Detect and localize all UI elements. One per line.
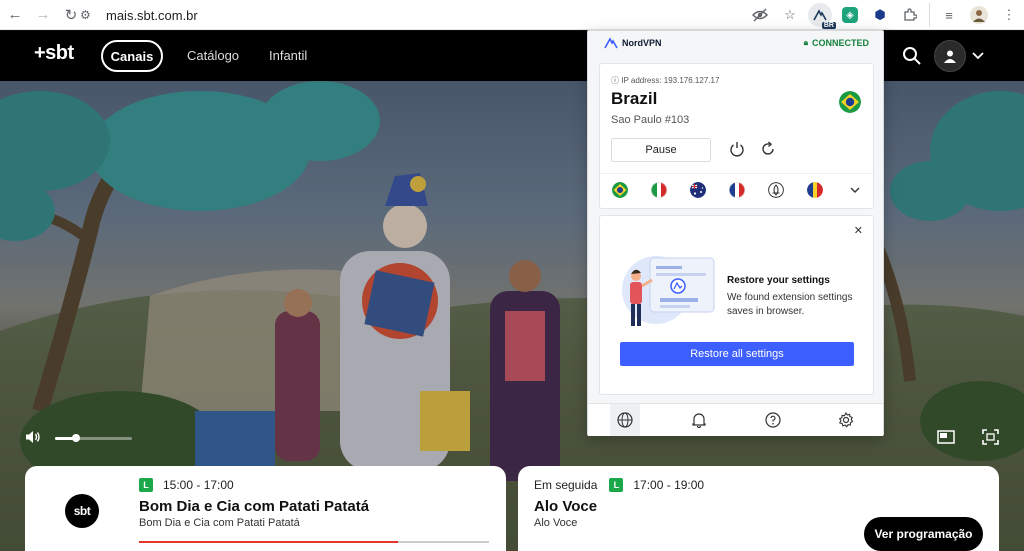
lock-icon: 🔒︎ [803,38,808,47]
volume-icon[interactable] [25,430,41,444]
nordvpn-logo: NordVPN [604,37,662,49]
nordvpn-extension-icon[interactable]: BR [808,3,836,29]
forward-icon[interactable]: → [30,2,56,28]
program-progress-fill [139,541,398,543]
now-subtitle: Bom Dia e Cia com Patati Patatá [139,517,300,529]
connection-status-text: CONNECTED [811,38,869,48]
restore-title: Restore your settings [727,275,830,286]
volume-slider[interactable] [55,434,132,442]
brazil-flag-icon[interactable] [612,182,628,198]
extension-badge: BR [821,22,836,29]
help-icon [765,412,781,428]
volume-handle[interactable] [71,434,80,442]
restore-all-settings-button[interactable]: Restore all settings [620,342,854,366]
brazil-flag-icon [839,91,861,113]
connection-status: 🔒︎ CONNECTED [804,38,869,48]
power-icon[interactable] [729,141,745,157]
toolbar-divider [929,3,930,27]
nordvpn-brand: NordVPN [622,38,662,48]
nordvpn-header: NordVPN 🔒︎ CONNECTED [588,31,885,59]
next-subtitle: Alo Voce [534,517,578,529]
gear-icon [838,412,854,428]
program-progress-bar [139,541,489,543]
connected-server: Sao Paulo #103 [611,114,690,126]
italy-flag-icon[interactable] [651,182,667,198]
romania-flag-icon[interactable] [807,182,823,198]
restore-illustration [622,256,715,326]
next-title: Alo Voce [534,498,598,515]
now-title: Bom Dia e Cia com Patati Patatá [139,498,370,515]
sbt-logo[interactable]: +sbt [34,42,74,65]
back-icon[interactable]: ← [2,2,28,28]
puzzle-icon[interactable] [898,3,922,27]
restore-settings-panel: ✕ Restore your settings We found extensi… [599,215,874,395]
quick-connect-flags [600,182,873,202]
browser-toolbar: ← → ↻ ⚙ mais.sbt.com.br ☆ BR ◈ ⬢ ≡ ⋮ [0,0,1024,30]
australia-flag-icon[interactable] [690,182,706,198]
tab-servers[interactable] [610,404,640,436]
eye-off-icon[interactable] [748,3,772,27]
hexagon-extension-icon[interactable]: ⬢ [868,3,892,27]
tab-notifications[interactable] [684,404,714,436]
bell-icon [692,413,706,428]
close-icon[interactable]: ✕ [854,224,863,237]
address-bar[interactable]: ⚙ mais.sbt.com.br [80,3,830,27]
user-avatar[interactable] [934,40,966,72]
picture-in-picture-icon[interactable] [937,430,955,444]
reading-list-icon[interactable]: ≡ [937,3,961,27]
chevron-down-icon[interactable] [849,184,861,196]
site-info-icon[interactable]: ⚙ [80,8,98,22]
url-text: mais.sbt.com.br [106,7,198,23]
france-flag-icon[interactable] [729,182,745,198]
onion-icon[interactable] [768,182,784,198]
nav-infantil[interactable]: Infantil [269,48,307,63]
chevron-down-icon[interactable] [972,49,984,63]
tab-help[interactable] [758,404,788,436]
more-menu-icon[interactable]: ⋮ [997,3,1021,27]
next-time: 17:00 - 19:00 [633,478,705,492]
user-icon [944,50,956,63]
ip-address-text: IP address: 193.176.127.17 [621,76,720,85]
extension-slot: ◈ [838,3,862,27]
connected-country: Brazil [611,89,658,108]
now-time-row: L 15:00 - 17:00 [139,478,234,492]
star-icon[interactable]: ☆ [778,3,802,27]
next-up-card[interactable]: Em seguida L 17:00 - 19:00 Alo Voce Alo … [518,466,999,551]
restore-text: We found extension settings saves in bro… [727,292,853,317]
now-playing-card[interactable]: sbt L 15:00 - 17:00 Bom Dia e Cia com Pa… [25,466,506,551]
nordvpn-mountain-icon [604,37,618,49]
nordvpn-bottom-nav [588,403,883,436]
rating-badge: L [609,478,624,492]
next-label: Em seguida [534,478,598,492]
ver-programacao-button[interactable]: Ver programação [864,517,983,551]
profile-avatar[interactable] [967,3,991,27]
rating-badge: L [139,478,153,492]
connection-panel: ⓘ IP address: 193.176.127.17 Brazil Sao … [599,63,874,209]
ip-address: ⓘ IP address: 193.176.127.17 [611,76,720,85]
green-extension-icon[interactable]: ◈ [842,7,858,23]
now-time: 15:00 - 17:00 [163,478,234,492]
panel-divider [600,173,873,174]
pause-button[interactable]: Pause [611,138,711,162]
fullscreen-icon[interactable] [982,429,999,445]
search-icon[interactable] [902,46,922,66]
nordvpn-popup: NordVPN 🔒︎ CONNECTED ⓘ IP address: 193.1… [587,30,884,436]
channel-logo: sbt [65,494,99,528]
reconnect-icon[interactable] [760,141,776,157]
next-time-row: Em seguida L 17:00 - 19:00 [534,478,704,492]
nav-canais[interactable]: Canais [101,40,163,72]
globe-icon [617,412,633,428]
nav-catalogo[interactable]: Catálogo [187,48,239,63]
tab-settings[interactable] [831,404,861,436]
